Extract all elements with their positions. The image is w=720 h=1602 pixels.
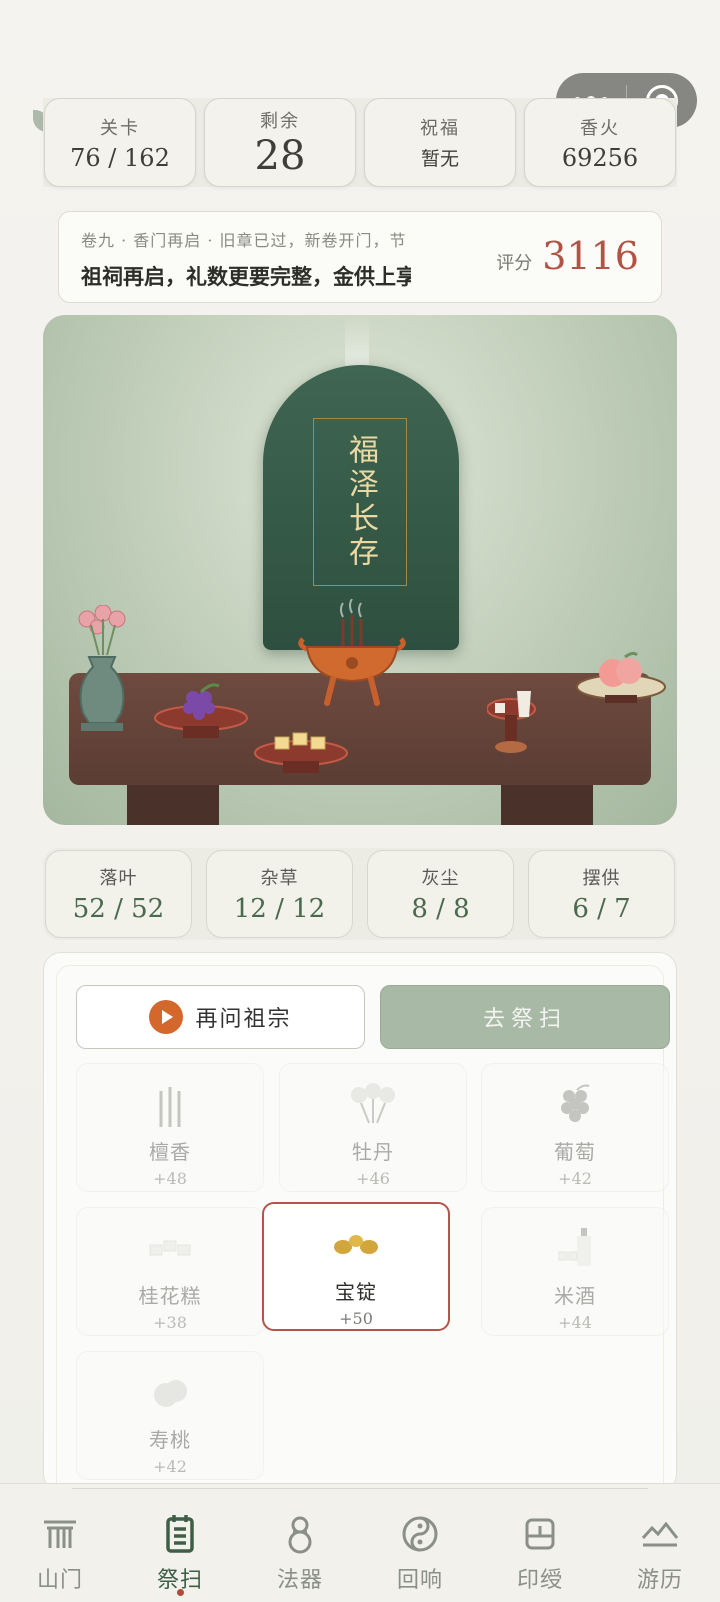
stat-label: 剩余 — [260, 110, 300, 132]
ask-ancestors-button[interactable]: 再问祖宗 — [76, 985, 365, 1049]
offering-sandalwood[interactable]: 檀香 +48 — [76, 1063, 264, 1192]
stat-remaining: 剩余 28 — [204, 98, 356, 187]
active-tab-dot — [176, 1589, 184, 1596]
table-leg-left — [127, 785, 219, 825]
stat-level: 关卡 76 / 162 — [44, 98, 196, 187]
offering-osmanthus-cake[interactable]: 桂花糕 +38 — [76, 1207, 264, 1336]
osmanthus-cake-icon — [148, 1218, 192, 1280]
rice-wine-icon — [555, 1218, 595, 1280]
peach-plate-icon — [576, 651, 666, 703]
stat-value: 76 / 162 — [70, 143, 170, 172]
offering-points: +50 — [339, 1309, 373, 1328]
mountain-icon — [640, 1514, 680, 1554]
score-label: 评分 — [496, 253, 533, 274]
chapter-message: 祖祠再启，礼数更要完整，金供上享 — [81, 265, 411, 289]
offering-name: 葡萄 — [554, 1140, 596, 1164]
score: 评分 3116 — [496, 234, 639, 278]
tab-label: 印绶 — [516, 1568, 563, 1593]
tab-label: 法器 — [276, 1568, 323, 1593]
longevity-peach-icon — [150, 1362, 190, 1424]
offering-points: +44 — [558, 1313, 592, 1332]
stat-label: 落叶 — [99, 868, 138, 889]
ask-ancestors-label: 再问祖宗 — [195, 1007, 292, 1032]
cake-plate-icon — [254, 732, 348, 773]
stat-value: 8 / 8 — [411, 894, 470, 924]
offering-longevity-peach[interactable]: 寿桃 +42 — [76, 1351, 264, 1480]
sweep-icon — [164, 1514, 196, 1554]
incense-burner-icon — [298, 599, 406, 706]
seal-icon — [523, 1514, 557, 1554]
stat-label: 杂草 — [260, 868, 299, 889]
offering-rice-wine[interactable]: 米酒 +44 — [481, 1207, 669, 1336]
stat-label: 香火 — [580, 117, 620, 139]
tab-label: 回响 — [396, 1568, 443, 1593]
stat-value: 69256 — [561, 143, 639, 172]
stat-value: 12 / 12 — [233, 894, 326, 924]
chapter-subtitle: 卷九 · 香门再启 · 旧章已过，新卷开门，节 — [81, 231, 407, 250]
score-value: 3116 — [542, 234, 639, 278]
go-sweep-button[interactable]: 去祭扫 — [380, 985, 670, 1049]
stat-value: 暂无 — [420, 148, 459, 170]
stat-offerings-placed: 摆供 6 / 7 — [528, 850, 675, 938]
altar-scene[interactable]: 福泽长存 — [43, 315, 677, 825]
offering-name: 宝锭 — [335, 1280, 377, 1304]
offering-points: +38 — [153, 1313, 187, 1332]
stat-label: 摆供 — [582, 868, 621, 889]
tab-travels[interactable]: 游历 — [600, 1484, 720, 1602]
rice-wine-set-icon — [487, 691, 536, 753]
peony-icon — [349, 1074, 397, 1136]
offering-points: +48 — [153, 1169, 187, 1188]
tab-label: 山门 — [36, 1568, 83, 1593]
table-leg-right — [501, 785, 593, 825]
stat-weeds: 杂草 12 / 12 — [206, 850, 353, 938]
gold-ingot-icon — [333, 1214, 379, 1276]
offering-name: 檀香 — [149, 1140, 191, 1164]
offering-points: +46 — [356, 1169, 390, 1188]
offering-panel-inner: 再问祖宗 去祭扫 檀香 +48 牡丹 +46 葡萄 +42 桂花糕 +38 宝锭… — [56, 965, 670, 1505]
tablet-inscription: 福泽长存 — [343, 434, 378, 570]
stat-incense: 香火 69256 — [524, 98, 676, 187]
stat-label: 关卡 — [100, 117, 140, 139]
tab-echo[interactable]: 回响 — [360, 1484, 480, 1602]
top-stats-bar: 关卡 76 / 162 剩余 28 祝福 暂无 香火 69256 — [43, 98, 677, 187]
offering-name: 桂花糕 — [138, 1284, 202, 1308]
chapter-banner: 卷九 · 香门再启 · 旧章已过，新卷开门，节 祖祠再启，礼数更要完整，金供上享… — [58, 211, 662, 303]
tab-artifacts[interactable]: 法器 — [240, 1484, 360, 1602]
offering-panel: 再问祖宗 去祭扫 檀香 +48 牡丹 +46 葡萄 +42 桂花糕 +38 宝锭… — [43, 952, 677, 1505]
grape-icon — [557, 1074, 593, 1136]
flower-vase-icon — [78, 605, 126, 731]
tab-sweep[interactable]: 祭扫 — [120, 1484, 240, 1602]
offering-peony[interactable]: 牡丹 +46 — [279, 1063, 467, 1192]
offering-grape[interactable]: 葡萄 +42 — [481, 1063, 669, 1192]
stat-value: 28 — [254, 132, 306, 179]
grape-plate-icon — [154, 683, 248, 738]
yinyang-icon — [401, 1514, 439, 1554]
offering-name: 寿桃 — [149, 1428, 191, 1452]
incense-icon — [155, 1074, 185, 1136]
offering-points: +42 — [153, 1457, 187, 1476]
stat-label: 灰尘 — [421, 868, 460, 889]
offering-points: +42 — [558, 1169, 592, 1188]
stat-value: 6 / 7 — [572, 894, 631, 924]
stat-fallen-leaves: 落叶 52 / 52 — [45, 850, 192, 938]
cleaning-stats-bar: 落叶 52 / 52 杂草 12 / 12 灰尘 8 / 8 摆供 6 / 7 — [43, 848, 677, 940]
stat-value: 52 / 52 — [72, 894, 165, 924]
offering-name: 米酒 — [554, 1284, 596, 1308]
tab-seal[interactable]: 印绶 — [480, 1484, 600, 1602]
offering-gold-ingot[interactable]: 宝锭 +50 — [262, 1202, 450, 1331]
tab-label: 游历 — [636, 1568, 683, 1593]
tablet-frame: 福泽长存 — [313, 418, 407, 586]
play-icon — [149, 1000, 184, 1034]
stat-dust: 灰尘 8 / 8 — [367, 850, 514, 938]
gourd-icon — [285, 1514, 315, 1554]
tab-gate[interactable]: 山门 — [0, 1484, 120, 1602]
bottom-tab-bar: 山门 祭扫 法器 回响 印绶 游历 — [0, 1483, 720, 1602]
gate-icon — [42, 1514, 78, 1554]
stat-blessing: 祝福 暂无 — [364, 98, 516, 187]
offering-name: 牡丹 — [352, 1140, 394, 1164]
stat-label: 祝福 — [420, 118, 460, 139]
